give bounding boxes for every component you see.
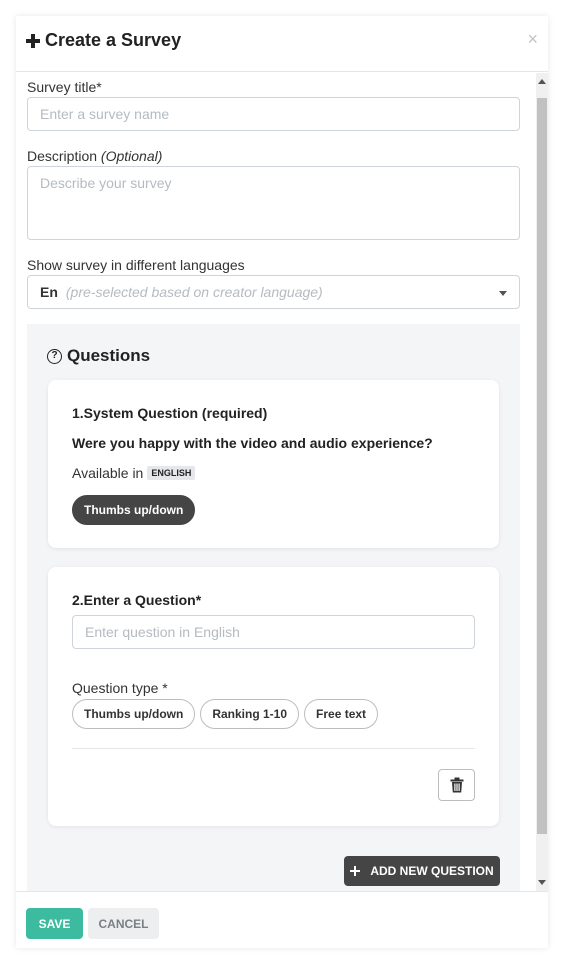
scrollbar[interactable]: [536, 73, 548, 891]
question-circle-icon: ?: [47, 348, 62, 364]
question-title: 1.System Question (required): [72, 405, 268, 421]
scrollbar-thumb[interactable]: [537, 98, 547, 834]
language-selected-value: En: [40, 284, 58, 300]
cancel-button[interactable]: CANCEL: [88, 908, 159, 939]
add-new-question-label: ADD NEW QUESTION: [370, 864, 494, 878]
survey-title-input[interactable]: [27, 97, 520, 131]
question-type-label: Question type *: [72, 680, 168, 696]
chevron-down-icon: [499, 291, 507, 296]
description-label: Description (Optional): [27, 148, 162, 164]
plus-icon: [350, 866, 361, 876]
survey-title-label: Survey title*: [27, 79, 102, 95]
language-hint: (pre-selected based on creator language): [65, 284, 323, 300]
divider: [72, 748, 475, 749]
scroll-down-arrow-icon[interactable]: [538, 880, 546, 885]
question-card-new: 2.Enter a Question* Question type * Thum…: [48, 567, 499, 826]
description-label-text: Description: [27, 148, 98, 164]
language-badge: ENGLISH: [147, 466, 196, 480]
modal-header: Create a Survey ×: [16, 16, 548, 72]
save-button[interactable]: SAVE: [26, 908, 83, 939]
questions-heading: ? Questions: [47, 346, 150, 366]
question-text: Were you happy with the video and audio …: [72, 435, 433, 451]
create-survey-modal: Create a Survey × Survey title* Descript…: [16, 16, 548, 948]
modal-title: Create a Survey: [26, 30, 181, 51]
description-input[interactable]: [27, 166, 520, 240]
plus-icon: [26, 33, 40, 48]
modal-body: Survey title* Description (Optional) Sho…: [16, 73, 548, 891]
modal-title-text: Create a Survey: [45, 30, 182, 50]
available-in-label: Available in: [72, 465, 144, 481]
questions-panel: ? Questions 1.System Question (required)…: [27, 324, 520, 891]
question-type-thumbs[interactable]: Thumbs up/down: [72, 699, 196, 729]
question-input[interactable]: [72, 615, 475, 649]
questions-heading-text: Questions: [67, 346, 151, 365]
question-card-system: 1.System Question (required) Were you ha…: [48, 380, 499, 548]
delete-question-button[interactable]: [438, 769, 475, 801]
modal-footer: SAVE CANCEL: [16, 891, 548, 948]
question-type-ranking[interactable]: Ranking 1-10: [200, 699, 300, 729]
question-type-options: Thumbs up/down Ranking 1-10 Free text: [72, 699, 379, 729]
description-optional-label: (Optional): [100, 148, 163, 164]
question-type-chip-selected: Thumbs up/down: [72, 495, 196, 525]
question-title: 2.Enter a Question*: [72, 592, 202, 608]
trash-icon: [450, 777, 463, 793]
scroll-up-arrow-icon[interactable]: [538, 79, 546, 84]
available-languages: Available in ENGLISH: [72, 465, 196, 481]
question-type-free-text[interactable]: Free text: [304, 699, 379, 729]
languages-label: Show survey in different languages: [27, 257, 245, 273]
close-icon[interactable]: ×: [527, 30, 538, 48]
language-select[interactable]: En (pre-selected based on creator langua…: [27, 275, 520, 309]
add-new-question-button[interactable]: ADD NEW QUESTION: [344, 856, 500, 886]
